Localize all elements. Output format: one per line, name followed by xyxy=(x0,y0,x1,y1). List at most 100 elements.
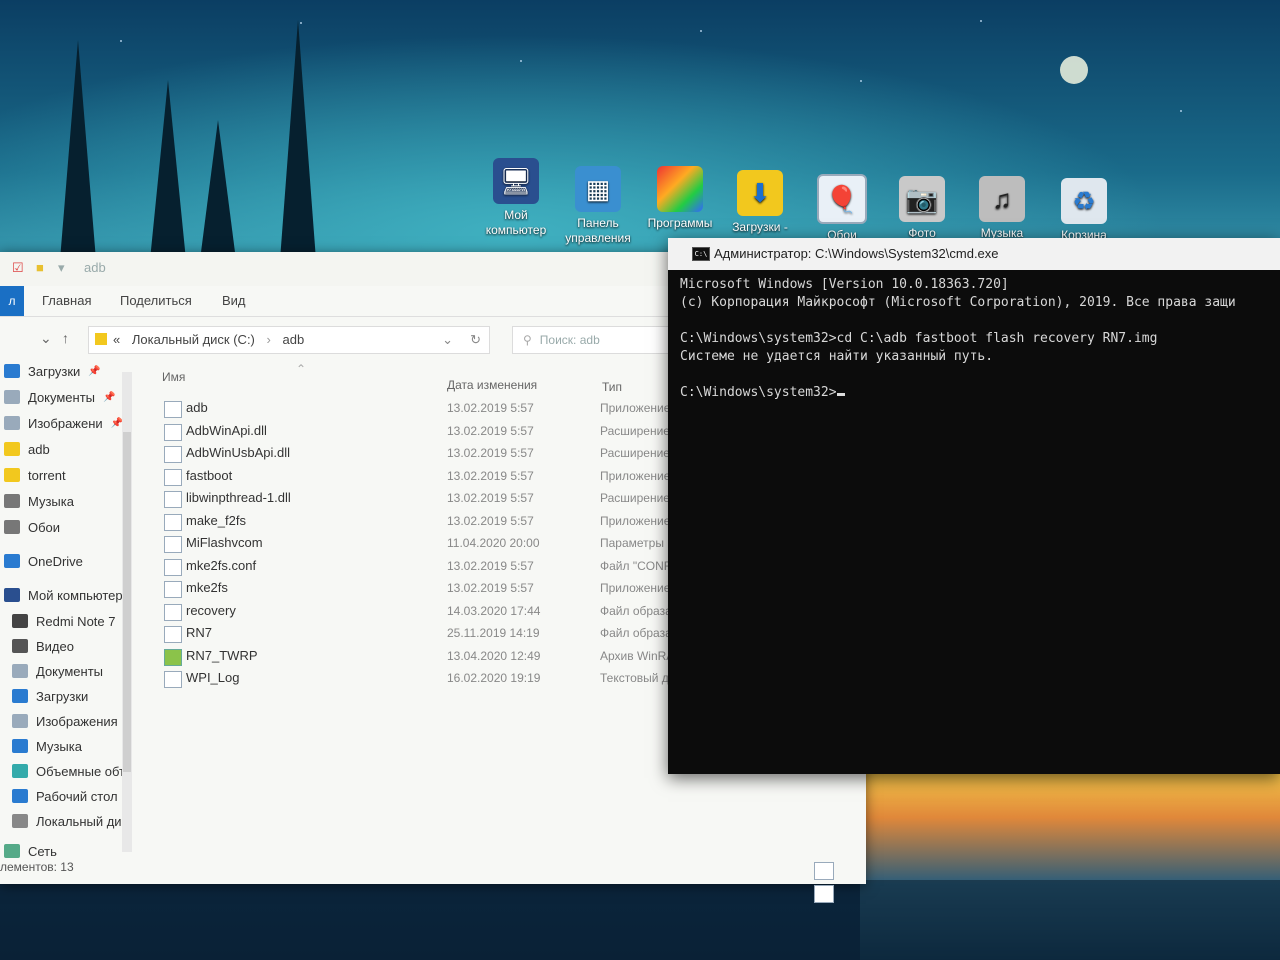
scrollbar-thumb[interactable] xyxy=(123,432,131,772)
file-row[interactable]: mke2fs 13.02.2019 5:57 Приложение xyxy=(150,578,680,600)
refresh-icon[interactable]: ↻ xyxy=(470,327,481,353)
nav-item[interactable]: Документы 📌 xyxy=(4,386,115,408)
star xyxy=(980,20,982,22)
properties-icon[interactable]: ☑ xyxy=(12,260,24,276)
nav-item-label: Музыка xyxy=(36,738,82,754)
tab-home[interactable]: Главная xyxy=(42,293,91,308)
nav-item-icon xyxy=(12,689,28,703)
desktop-icon-wallpaper[interactable]: 🎈 Обои xyxy=(802,174,882,243)
nav-item-label: Локальный дис xyxy=(36,813,129,829)
nav-item[interactable]: Мой компьютер xyxy=(4,584,123,606)
status-bar-count: лементов: 13 xyxy=(0,860,74,874)
nav-item-icon xyxy=(12,664,28,678)
nav-item[interactable]: Загрузки 📌 xyxy=(4,360,101,382)
pin-icon[interactable]: 📌 xyxy=(103,392,115,403)
nav-item[interactable]: adb xyxy=(4,438,50,460)
breadcrumb-drive[interactable]: Локальный диск (C:) xyxy=(132,332,255,347)
file-row[interactable]: make_f2fs 13.02.2019 5:57 Приложение xyxy=(150,511,680,533)
cmd-title-bar[interactable]: C:\ Администратор: C:\Windows\System32\c… xyxy=(668,238,1280,270)
file-type: Файл образа xyxy=(600,626,672,640)
file-type: Расширение xyxy=(600,446,670,460)
cmd-window[interactable]: C:\ Администратор: C:\Windows\System32\c… xyxy=(668,238,1280,774)
nav-item[interactable]: Изображени 📌 xyxy=(4,412,123,434)
chevron-down-icon[interactable]: ▾ xyxy=(58,260,65,276)
pin-icon[interactable]: 📌 xyxy=(88,366,100,377)
file-row[interactable]: adb 13.02.2019 5:57 Приложение xyxy=(150,398,680,420)
details-view-button[interactable] xyxy=(814,862,834,880)
nav-item[interactable]: Изображения xyxy=(12,710,118,732)
desktop-icon-programs[interactable]: Программы xyxy=(640,166,720,231)
console-line: Системе не удается найти указанный путь. xyxy=(680,348,1276,366)
tab-share[interactable]: Поделиться xyxy=(120,293,192,308)
file-row[interactable]: recovery 14.03.2020 17:44 Файл образа xyxy=(150,601,680,623)
nav-item-label: Музыка xyxy=(28,493,74,509)
file-row[interactable]: libwinpthread-1.dll 13.02.2019 5:57 Расшир… xyxy=(150,488,680,510)
file-name: fastboot xyxy=(186,467,233,483)
desktop-icon-photo[interactable]: 📷 Фото xyxy=(882,176,962,241)
lake-shadow xyxy=(860,880,1280,960)
recent-locations-button[interactable]: ⌄ xyxy=(40,330,52,347)
column-header-name[interactable]: Имя xyxy=(162,370,185,384)
nav-item[interactable]: Сеть xyxy=(4,840,57,862)
nav-item[interactable]: Рабочий стол xyxy=(12,785,118,807)
nav-item[interactable]: Загрузки xyxy=(12,685,88,707)
nav-item-label: Сеть xyxy=(28,843,57,859)
tab-view[interactable]: Вид xyxy=(222,293,246,308)
cmd-console-output[interactable]: Microsoft Windows [Version 10.0.18363.72… xyxy=(680,276,1276,766)
file-row[interactable]: RN7_TWRP 13.04.2020 12:49 Архив WinRA xyxy=(150,646,680,668)
view-toggle xyxy=(814,862,860,903)
file-icon xyxy=(164,446,182,463)
column-header-date[interactable]: Дата изменения xyxy=(447,378,537,392)
nav-item[interactable]: Обои xyxy=(4,516,60,538)
folder-icon[interactable]: ■ xyxy=(36,260,44,275)
nav-item[interactable]: Объемные объ xyxy=(12,760,127,782)
recycle-bin-icon: ♻ xyxy=(1061,178,1107,224)
desktop-icon-control-panel[interactable]: ▦ Панель управления xyxy=(558,166,638,246)
desktop-icon-my-computer[interactable]: 🖥 Мой компьютер xyxy=(476,158,556,238)
file-row[interactable]: RN7 25.11.2019 14:19 Файл образа xyxy=(150,623,680,645)
file-row[interactable]: MiFlashvcom 11.04.2020 20:00 Параметры к xyxy=(150,533,680,555)
nav-item[interactable]: Музыка xyxy=(4,490,74,512)
nav-item[interactable]: OneDrive xyxy=(4,550,83,572)
tab-file[interactable]: л xyxy=(0,286,24,316)
address-bar[interactable]: « Локальный диск (C:) › adb ⌄ ↻ xyxy=(88,326,490,354)
desktop-icon-label: Панель xyxy=(577,216,619,230)
file-row[interactable]: WPI_Log 16.02.2020 19:19 Текстовый до xyxy=(150,668,680,690)
file-date: 16.02.2020 19:19 xyxy=(447,671,541,685)
file-row[interactable]: AdbWinApi.dll 13.02.2019 5:57 Расширение xyxy=(150,421,680,443)
tiles-view-button[interactable] xyxy=(814,885,834,903)
file-row[interactable]: mke2fs.conf 13.02.2019 5:57 Файл "CONF" xyxy=(150,556,680,578)
file-row[interactable]: fastboot 13.02.2019 5:57 Приложение xyxy=(150,466,680,488)
file-date: 25.11.2019 14:19 xyxy=(447,626,540,640)
nav-item[interactable]: Документы xyxy=(12,660,103,682)
nav-item-icon xyxy=(4,494,20,508)
nav-item[interactable]: Redmi Note 7 xyxy=(12,610,115,632)
file-name: recovery xyxy=(186,602,236,618)
file-date: 13.04.2020 12:49 xyxy=(447,648,541,663)
nav-item[interactable]: Музыка xyxy=(12,735,82,757)
desktop-icon-recycle-bin[interactable]: ♻ Корзина xyxy=(1044,178,1124,243)
navigation-pane: Загрузки 📌 Документы 📌 Изображени 📌 adb torrent… xyxy=(0,360,140,859)
nav-item[interactable]: torrent xyxy=(4,464,66,486)
file-icon xyxy=(164,491,182,508)
file-row[interactable]: AdbWinUsbApi.dll 13.02.2019 5:57 Расширени… xyxy=(150,443,680,465)
column-header-type[interactable]: Тип xyxy=(602,380,622,394)
up-arrow-icon[interactable]: ↑ xyxy=(62,330,69,346)
nav-item[interactable]: Локальный дис xyxy=(12,810,128,832)
nav-item-icon xyxy=(4,844,20,858)
chevron-down-icon[interactable]: ⌄ xyxy=(442,327,453,353)
nav-item[interactable]: Видео xyxy=(12,635,74,657)
desktop-icon-downloads[interactable]: ⬇ Загрузки - xyxy=(720,170,800,235)
nav-item-label: Изображения xyxy=(36,713,118,729)
file-icon xyxy=(164,468,182,486)
file-icon xyxy=(164,401,182,418)
nav-scrollbar[interactable] xyxy=(122,372,132,852)
file-date: 13.02.2019 5:57 xyxy=(447,581,534,595)
programs-icon xyxy=(657,166,703,212)
console-text: C:\Windows\system32>cd C:\adb fastboot f… xyxy=(680,331,1158,346)
breadcrumb-folder[interactable]: adb xyxy=(282,332,304,347)
desktop-icon-music[interactable]: ♫ Музыка xyxy=(962,176,1042,241)
nav-item-label: Рабочий стол xyxy=(36,788,118,804)
file-name: mke2fs.conf xyxy=(186,557,257,573)
